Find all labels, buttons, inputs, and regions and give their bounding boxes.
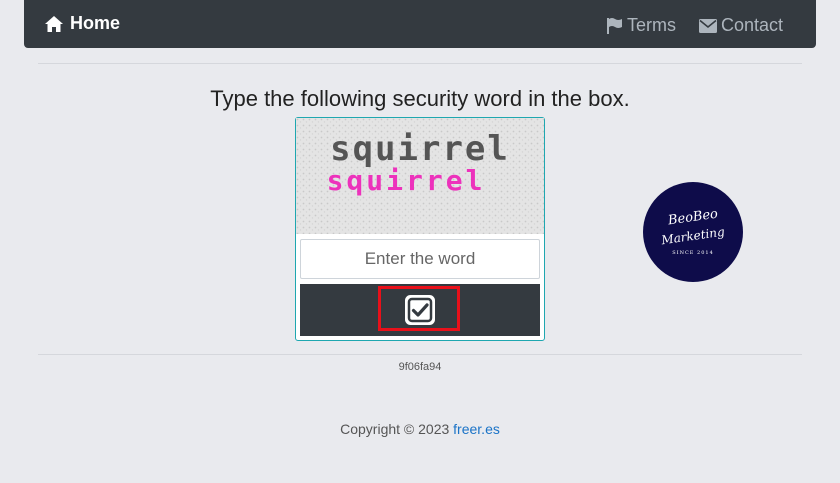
nav-home-label: Home: [70, 13, 121, 33]
top-navbar: Home Terms Contact: [24, 0, 816, 48]
nav-terms-label: Terms: [627, 15, 676, 35]
envelope-icon: [699, 18, 717, 33]
nav-terms-link[interactable]: Terms: [606, 15, 676, 36]
captcha-word-bottom: squirrel: [327, 164, 486, 197]
nav-contact-label: Contact: [721, 15, 784, 35]
captcha-word-top: squirrel: [330, 129, 510, 169]
footer: Copyright © 2023 freer.es: [0, 421, 840, 437]
beobeo-marketing-logo: BeoBeo Marketing SINCE 2014: [643, 182, 743, 282]
home-icon: [45, 15, 63, 32]
logo-line3: SINCE 2014: [672, 250, 714, 256]
flag-icon: [607, 17, 622, 34]
footer-link[interactable]: freer.es: [453, 421, 500, 437]
captcha-word-input[interactable]: [300, 239, 540, 279]
captcha-prompt: Type the following security word in the …: [210, 86, 630, 111]
captcha-submit-button[interactable]: [300, 284, 540, 336]
checkbox-check-icon[interactable]: [404, 294, 436, 326]
nav-contact-link[interactable]: Contact: [699, 15, 783, 36]
bottom-divider: [38, 354, 802, 355]
captcha-image: squirrel squirrel: [296, 118, 544, 234]
top-divider: [38, 63, 802, 64]
nav-home-link[interactable]: Home: [44, 13, 120, 34]
captcha-token: 9f06fa94: [398, 361, 442, 373]
footer-copyright: Copyright © 2023: [340, 421, 450, 437]
captcha-widget: squirrel squirrel: [295, 117, 545, 341]
